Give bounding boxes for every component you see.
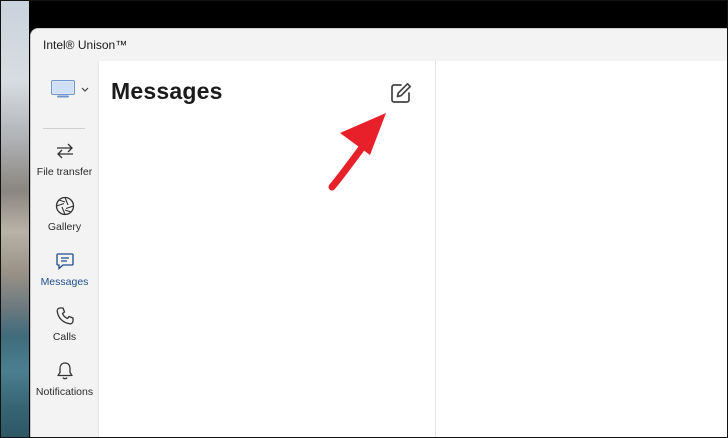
- window-title: Intel® Unison™: [43, 38, 128, 52]
- aperture-icon: [55, 196, 74, 216]
- sidebar-item-messages[interactable]: Messages: [31, 251, 98, 303]
- desktop-wallpaper: [1, 1, 29, 437]
- annotation-arrow-icon: [328, 113, 386, 191]
- conversation-pane: [436, 61, 727, 437]
- sidebar-item-gallery[interactable]: Gallery: [31, 196, 98, 248]
- bell-icon: [56, 362, 73, 380]
- title-bar: Intel® Unison™: [31, 29, 727, 61]
- sidebar-item-label: Calls: [52, 331, 77, 343]
- phone-icon: [56, 307, 74, 325]
- sidebar-item-label: Messages: [40, 276, 89, 288]
- sidebar-item-calls[interactable]: Calls: [31, 306, 98, 358]
- page-title: Messages: [111, 78, 223, 104]
- chevron-down-icon: [81, 87, 89, 92]
- sidebar-item-notifications[interactable]: Notifications: [31, 361, 98, 413]
- device-selector-button[interactable]: [51, 75, 95, 103]
- compose-icon: [391, 82, 412, 103]
- monitor-icon: [51, 80, 75, 98]
- compose-button[interactable]: [389, 81, 413, 105]
- sidebar-item-label: Notifications: [35, 386, 94, 398]
- app-window: Intel® Unison™ File transfer Gallery Mes…: [30, 28, 727, 437]
- chat-icon: [55, 253, 74, 270]
- swap-arrows-icon: [56, 143, 73, 159]
- sidebar-item-label: Gallery: [47, 221, 82, 233]
- sidebar-item-label: File transfer: [36, 166, 93, 178]
- sidebar-divider: [43, 128, 85, 129]
- sidebar: File transfer Gallery Messages Calls Not…: [31, 61, 98, 437]
- sidebar-item-file-transfer[interactable]: File transfer: [31, 141, 98, 193]
